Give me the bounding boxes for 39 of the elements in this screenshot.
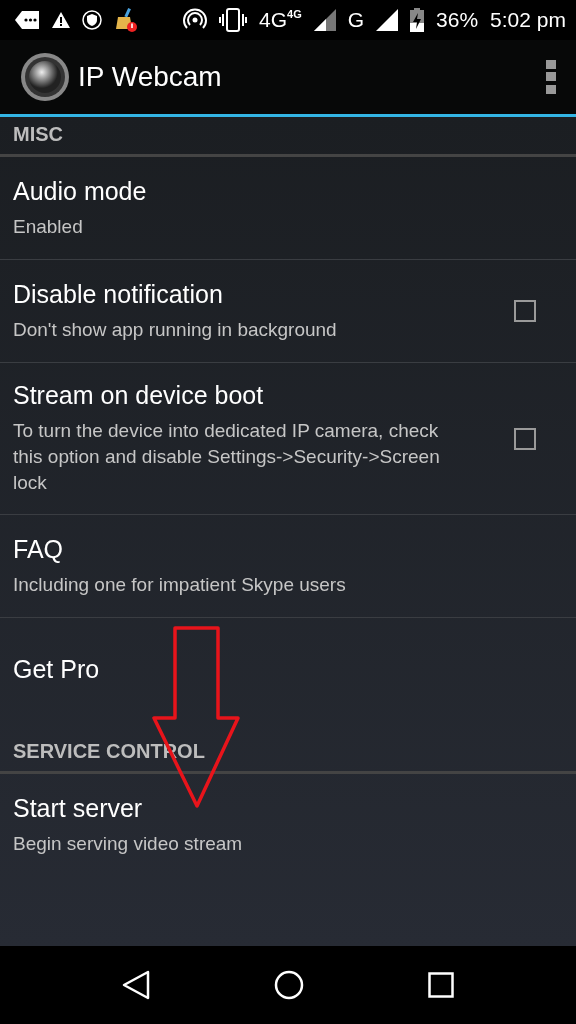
preference-item[interactable]: Start server Begin serving video stream <box>0 774 576 876</box>
clock: 5:02 pm <box>490 8 566 32</box>
preference-item[interactable]: Audio mode Enabled <box>0 157 576 260</box>
recents-icon[interactable] <box>428 972 454 998</box>
preference-summary: Begin serving video stream <box>13 831 244 856</box>
preference-title: Disable notification <box>13 279 224 309</box>
preference-summary: Don't show app running in background <box>13 317 338 342</box>
preference-title: Start server <box>13 793 144 823</box>
camera-lens-icon <box>20 52 70 102</box>
preference-summary: To turn the device into dedicated IP camera, check this option and disable Settings->Security->Screen lock <box>13 419 441 495</box>
preference-title: FAQ <box>13 534 64 564</box>
network-label: G <box>347 8 365 32</box>
checkbox[interactable] <box>514 427 536 450</box>
network-label: 4G <box>259 8 288 32</box>
overflow-menu-icon[interactable] <box>546 60 556 94</box>
signal-icon <box>376 9 399 31</box>
preference-item[interactable]: Disable notification Don't show app running in background <box>0 260 576 363</box>
preference-title: Stream on device boot <box>13 381 265 410</box>
shield-icon <box>82 10 102 30</box>
network-type-label: 4G <box>287 8 302 20</box>
signal-icon <box>313 9 336 31</box>
battery-percent: 36% <box>436 8 479 32</box>
message-icon <box>14 10 40 30</box>
app-title: IP Webcam <box>78 61 223 93</box>
checkbox[interactable] <box>514 300 536 322</box>
preference-summary: Enabled <box>13 214 84 239</box>
preference-title: Audio mode <box>13 176 148 206</box>
vibrate-icon <box>219 8 248 32</box>
home-icon[interactable] <box>274 970 304 1000</box>
preference-item[interactable]: Stream on device boot To turn the device into dedicated IP camera, check this option and disable Settings->Security->Screen lock <box>0 363 576 515</box>
section-header: MISC <box>0 117 576 157</box>
preference-item[interactable]: Get Pro <box>0 618 576 720</box>
warning-icon <box>52 12 70 28</box>
back-icon[interactable] <box>122 970 150 1000</box>
preference-summary: Including one for impatient Skype users <box>13 572 347 597</box>
preference-title: Get Pro <box>13 654 101 684</box>
battery-charging-icon <box>410 8 425 32</box>
preference-item[interactable]: FAQ Including one for impatient Skype users <box>0 515 576 618</box>
broom-icon <box>114 8 138 32</box>
